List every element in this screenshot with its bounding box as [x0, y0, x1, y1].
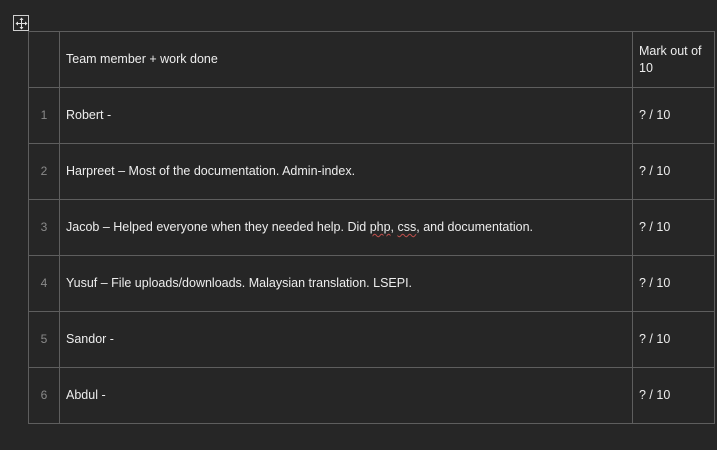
row-number-cell[interactable]: 1	[28, 87, 60, 144]
table-row: 4 Yusuf – File uploads/downloads. Malays…	[28, 255, 715, 312]
mark-cell[interactable]: ? / 10	[632, 311, 715, 368]
mark-cell[interactable]: ? / 10	[632, 199, 715, 256]
mark-cell[interactable]: ? / 10	[632, 367, 715, 424]
move-arrows-icon	[15, 17, 28, 30]
table-header-row: Team member + work done Mark out of 10	[28, 31, 715, 88]
table-move-handle-icon[interactable]	[13, 15, 29, 31]
row-number-cell[interactable]: 4	[28, 255, 60, 312]
mark-cell[interactable]: ? / 10	[632, 143, 715, 200]
header-mark-cell[interactable]: Mark out of 10	[632, 31, 715, 88]
work-text: Jacob – Helped everyone when they needed…	[66, 220, 370, 234]
team-marks-table: Team member + work done Mark out of 10 1…	[28, 31, 715, 424]
row-number-cell[interactable]: 6	[28, 367, 60, 424]
table-row: 6 Abdul - ? / 10	[28, 367, 715, 424]
table-row: 2 Harpreet – Most of the documentation. …	[28, 143, 715, 200]
work-text: , and documentation.	[416, 220, 533, 234]
spellcheck-flagged-word[interactable]: css	[398, 220, 417, 234]
row-number-cell[interactable]: 2	[28, 143, 60, 200]
work-done-cell[interactable]: Abdul -	[59, 367, 633, 424]
spellcheck-flagged-word[interactable]: php	[370, 220, 391, 234]
work-done-cell[interactable]: Jacob – Helped everyone when they needed…	[59, 199, 633, 256]
work-text: ,	[390, 220, 398, 234]
mark-cell[interactable]: ? / 10	[632, 255, 715, 312]
row-number-cell[interactable]: 3	[28, 199, 60, 256]
table-row: 3 Jacob – Helped everyone when they need…	[28, 199, 715, 256]
header-work-cell[interactable]: Team member + work done	[59, 31, 633, 88]
table-row: 1 Robert - ? / 10	[28, 87, 715, 144]
row-number-cell[interactable]: 5	[28, 311, 60, 368]
work-done-cell[interactable]: Robert -	[59, 87, 633, 144]
work-done-cell[interactable]: Sandor -	[59, 311, 633, 368]
work-done-cell[interactable]: Yusuf – File uploads/downloads. Malaysia…	[59, 255, 633, 312]
mark-cell[interactable]: ? / 10	[632, 87, 715, 144]
table-row: 5 Sandor - ? / 10	[28, 311, 715, 368]
work-done-cell[interactable]: Harpreet – Most of the documentation. Ad…	[59, 143, 633, 200]
header-number-cell[interactable]	[28, 31, 60, 88]
